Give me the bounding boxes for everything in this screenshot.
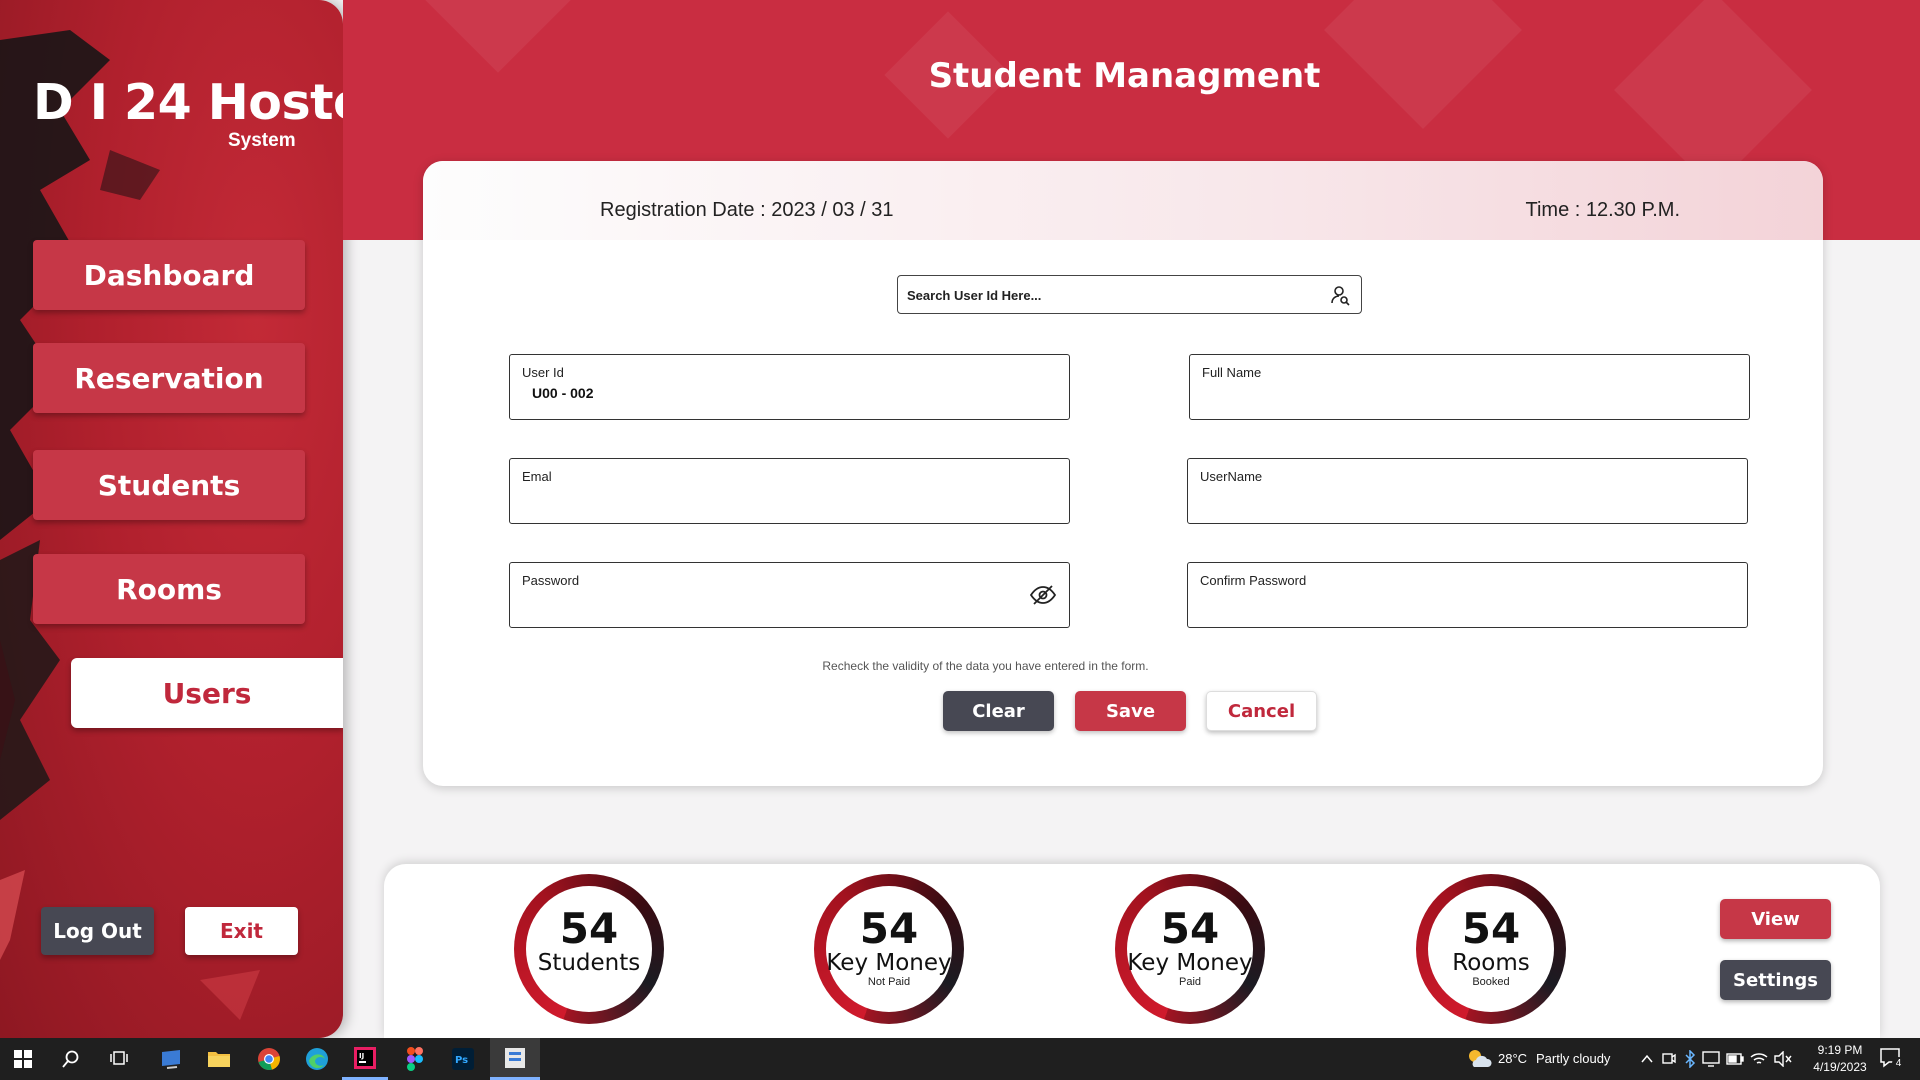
settings-label: Settings (1733, 969, 1818, 991)
meet-icon[interactable] (1662, 1051, 1676, 1072)
registration-date: Registration Date : 2023 / 03 / 31 (600, 199, 894, 221)
sidebar: D I 24 Hostel System Dashboard Reservati… (0, 0, 343, 1038)
username-label: UserName (1200, 469, 1263, 484)
sidebar-item-students[interactable]: Students (33, 450, 305, 520)
notification-icon[interactable]: 4 (1880, 1048, 1906, 1070)
confirm-password-label: Confirm Password (1200, 573, 1307, 588)
email-field[interactable]: Emal (509, 458, 1070, 524)
stat-value: 54 (559, 904, 619, 953)
volume-muted-icon[interactable] (1774, 1050, 1792, 1072)
sidebar-item-label: Rooms (116, 572, 222, 606)
windows-start-icon[interactable] (0, 1038, 46, 1080)
stat-key-money-paid: 54 Key Money Paid (1115, 874, 1265, 1024)
brand-logo: D I 24 Hostel System (33, 74, 343, 151)
view-label: View (1751, 908, 1800, 930)
search-box (897, 275, 1362, 314)
sidebar-item-label: Reservation (74, 361, 264, 395)
wifi-icon[interactable] (1750, 1051, 1768, 1072)
hostel-app-icon[interactable] (490, 1038, 540, 1080)
stat-sublabel: Not Paid (867, 976, 911, 988)
photoshop-icon[interactable]: Ps (440, 1038, 486, 1080)
page-title: Student Managment (928, 56, 1321, 96)
stat-sublabel: Booked (1472, 976, 1510, 988)
password-field[interactable]: Password (509, 562, 1070, 628)
intellij-icon[interactable]: IJ (342, 1038, 388, 1080)
chrome-icon[interactable] (246, 1038, 292, 1080)
sidebar-item-label: Users (162, 676, 252, 710)
email-label: Emal (522, 469, 552, 484)
user-search-icon[interactable] (1329, 284, 1351, 306)
brand-subtitle: System (228, 130, 296, 151)
stat-rooms-booked: 54 Rooms Booked (1416, 874, 1566, 1024)
full-name-label: Full Name (1202, 365, 1262, 380)
stats-panel: 54 Students 54 Key Money Not Paid 54 Key… (384, 864, 1880, 1038)
search-icon[interactable] (48, 1038, 94, 1080)
logout-button[interactable]: Log Out (41, 907, 154, 955)
chevron-up-icon[interactable] (1640, 1052, 1654, 1071)
user-id-label: User Id (522, 365, 564, 380)
current-time: Time : 12.30 P.M. (1525, 199, 1680, 221)
full-name-field[interactable]: Full Name (1189, 354, 1750, 420)
confirm-password-field[interactable]: Confirm Password (1187, 562, 1748, 628)
stat-value: 54 (1160, 904, 1220, 953)
sidebar-item-label: Students (97, 468, 241, 502)
cancel-button[interactable]: Cancel (1206, 691, 1317, 731)
taskbar: IJ Ps 28°C Partly cloudy 9:19 PM 4/19/20… (0, 1038, 1920, 1080)
sidebar-item-rooms[interactable]: Rooms (33, 554, 305, 624)
clear-button[interactable]: Clear (943, 691, 1054, 731)
notification-count: 4 (1892, 1057, 1905, 1070)
save-label: Save (1105, 700, 1156, 722)
stat-label: Students (537, 950, 641, 976)
clock-time[interactable]: 9:19 PM (1810, 1043, 1870, 1057)
svg-text:Ps: Ps (455, 1055, 468, 1066)
clock-date[interactable]: 4/19/2023 (1804, 1060, 1876, 1074)
stat-key-money-not-paid: 54 Key Money Not Paid (814, 874, 964, 1024)
app-icon[interactable] (148, 1038, 194, 1080)
stat-label: Key Money (826, 950, 952, 976)
weather-icon[interactable] (1466, 1047, 1492, 1071)
svg-text:IJ: IJ (359, 1052, 364, 1060)
logout-label: Log Out (53, 919, 142, 943)
battery-icon[interactable] (1726, 1052, 1744, 1070)
sidebar-item-reservation[interactable]: Reservation (33, 343, 305, 413)
sidebar-item-users[interactable]: Users (71, 658, 343, 728)
stat-students: 54 Students (514, 874, 664, 1024)
stat-label: Key Money (1127, 950, 1253, 976)
task-view-icon[interactable] (96, 1038, 142, 1080)
figma-icon[interactable] (392, 1038, 438, 1080)
password-label: Password (522, 573, 580, 588)
user-id-field[interactable]: User Id U00 - 002 (509, 354, 1070, 420)
weather-temperature[interactable]: 28°C (1498, 1051, 1527, 1066)
cancel-label: Cancel (1227, 700, 1296, 722)
view-button[interactable]: View (1720, 899, 1831, 939)
sidebar-item-dashboard[interactable]: Dashboard (33, 240, 305, 310)
username-field[interactable]: UserName (1187, 458, 1748, 524)
validation-hint: Recheck the validity of the data you hav… (822, 659, 1149, 673)
stat-value: 54 (1461, 904, 1521, 953)
brand-title: D I 24 Hostel (33, 74, 343, 131)
weather-description[interactable]: Partly cloudy (1536, 1051, 1610, 1066)
bluetooth-icon[interactable] (1684, 1049, 1696, 1073)
save-button[interactable]: Save (1075, 691, 1186, 731)
edge-icon[interactable] (294, 1038, 340, 1080)
search-input[interactable] (907, 284, 1307, 306)
user-id-value: U00 - 002 (532, 385, 594, 401)
stat-label: Rooms (1452, 950, 1530, 976)
clear-label: Clear (972, 700, 1025, 722)
file-explorer-icon[interactable] (196, 1038, 242, 1080)
stat-value: 54 (859, 904, 919, 953)
exit-label: Exit (220, 919, 263, 943)
user-form-card: Registration Date : 2023 / 03 / 31 Time … (423, 161, 1823, 786)
sidebar-item-label: Dashboard (83, 258, 255, 292)
exit-button[interactable]: Exit (185, 907, 298, 955)
eye-slash-icon[interactable] (1029, 583, 1057, 607)
display-icon[interactable] (1702, 1051, 1720, 1072)
stat-sublabel: Paid (1178, 976, 1202, 988)
settings-button[interactable]: Settings (1720, 960, 1831, 1000)
